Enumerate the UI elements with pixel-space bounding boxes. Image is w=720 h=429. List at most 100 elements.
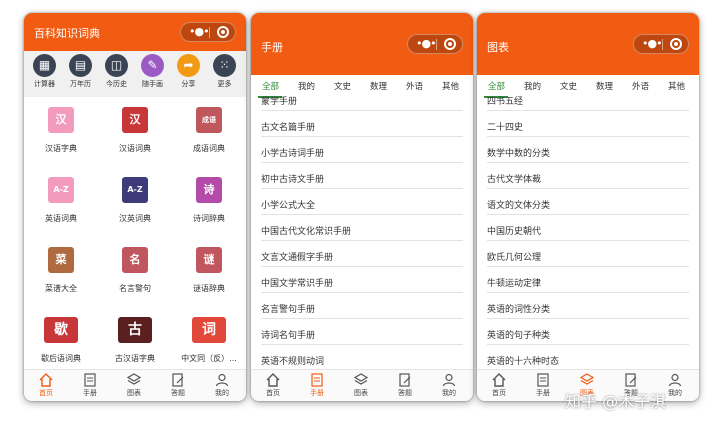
manual-screen: 手册 •●• 全部 我的 文史 数理 外语 其他 蒙学手册 古文名篇手册 小学古…	[251, 13, 473, 401]
tool-share[interactable]: ➦ 分享	[170, 51, 207, 89]
edit-note-icon	[625, 373, 637, 387]
menu-capsule[interactable]: •●•	[407, 34, 463, 54]
book-icon: 歇	[54, 322, 68, 338]
grid-item-shici[interactable]: 诗 诗词辞典	[172, 177, 246, 224]
grid-item-hanyu-cidian[interactable]: 汉 汉语词典	[98, 107, 172, 154]
list-item[interactable]: 中国历史朝代	[487, 215, 689, 241]
list-item[interactable]: 中国古代文化常识手册	[261, 215, 463, 241]
tool-calendar[interactable]: ▤ 万年历	[62, 51, 99, 89]
list-item[interactable]: 名言警句手册	[261, 293, 463, 319]
close-target-icon[interactable]	[217, 26, 229, 38]
tool-bar: ▦ 计算器 ▤ 万年历 ◫ 今历史 ✎ 随手画 ➦ 分享 ⁙ 更多	[24, 51, 246, 97]
nav-charts[interactable]: 图表	[120, 373, 148, 398]
book-icon: A-Z	[53, 185, 69, 194]
home-icon	[39, 373, 53, 387]
list-item[interactable]: 诗词名句手册	[261, 319, 463, 345]
nav-me[interactable]: 我的	[208, 373, 236, 398]
list-item[interactable]: 数学中数的分类	[487, 137, 689, 163]
more-dots-icon[interactable]: •●•	[416, 38, 437, 50]
manual-header: 手册 •●•	[251, 13, 473, 75]
home-title: 百科知识词典	[34, 27, 100, 40]
charts-title: 图表	[487, 41, 509, 54]
nav-quiz[interactable]: 答题	[391, 373, 419, 398]
nav-me[interactable]: 我的	[435, 373, 463, 398]
nav-manual[interactable]: 手册	[76, 373, 104, 398]
tool-draw[interactable]: ✎ 随手画	[134, 51, 171, 89]
tool-more[interactable]: ⁙ 更多	[206, 51, 243, 89]
layers-icon	[354, 373, 368, 385]
list-item[interactable]: 中国文学常识手册	[261, 267, 463, 293]
grid-item-quotes[interactable]: 名 名言警句	[98, 247, 172, 294]
list-item[interactable]: 古代文学体裁	[487, 163, 689, 189]
book-icon: A-Z	[127, 185, 143, 194]
list-item[interactable]: 英语的句子种类	[487, 319, 689, 345]
grid-item-chengyu[interactable]: 成语 成语词典	[172, 107, 246, 154]
book-icon: 菜	[55, 253, 67, 266]
share-icon: ➦	[183, 58, 194, 72]
pencil-icon: ✎	[147, 58, 158, 72]
list-item[interactable]: 古文名篇手册	[261, 111, 463, 137]
nav-home[interactable]: 首页	[32, 373, 60, 398]
nav-manual[interactable]: 手册	[303, 373, 331, 398]
layers-icon	[127, 373, 141, 385]
manual-icon	[84, 373, 96, 387]
more-dots-icon[interactable]: •●•	[642, 38, 663, 50]
list-item[interactable]: 蒙学手册	[261, 85, 463, 111]
manual-icon	[537, 373, 549, 387]
book-history-icon: ◫	[110, 58, 123, 72]
nav-manual[interactable]: 手册	[529, 373, 557, 398]
nav-home[interactable]: 首页	[259, 373, 287, 398]
bottom-nav: 首页 手册 图表 答题 我的	[251, 369, 473, 401]
nav-quiz[interactable]: 答题	[164, 373, 192, 398]
calendar-icon: ▤	[74, 58, 87, 72]
list-item[interactable]: 英语不规则动词	[261, 345, 463, 371]
book-icon: 古	[128, 322, 142, 338]
grid-item-hanyu-zidian[interactable]: 汉 汉语字典	[24, 107, 98, 154]
list-item[interactable]: 牛顿运动定律	[487, 267, 689, 293]
list-item[interactable]: 四书五经	[487, 85, 689, 111]
list-item[interactable]: 欧氏几何公理	[487, 241, 689, 267]
edit-note-icon	[172, 373, 184, 387]
book-icon: 汉	[55, 113, 67, 126]
watermark: 知乎 @木子淇	[565, 392, 667, 411]
more-dots-icon[interactable]: •●•	[189, 26, 210, 38]
list-item[interactable]: 英语的十六种时态	[487, 345, 689, 371]
list-item[interactable]: 初中古诗文手册	[261, 163, 463, 189]
user-icon	[442, 373, 456, 387]
manual-icon	[311, 373, 323, 387]
grid-item-synonym[interactable]: 词 中文同（反）...	[172, 317, 246, 364]
book-icon: 汉	[129, 113, 141, 126]
more-grid-icon: ⁙	[219, 58, 230, 72]
book-icon: 名	[129, 253, 141, 266]
list-item[interactable]: 小学古诗词手册	[261, 137, 463, 163]
menu-capsule[interactable]: •●•	[180, 22, 236, 42]
bottom-nav: 首页 手册 图表 答题 我的	[24, 369, 246, 401]
charts-header: 图表 •●•	[477, 13, 699, 75]
book-icon: 成语	[202, 116, 216, 124]
grid-item-xiehouyu[interactable]: 歇 歇后语词典	[24, 317, 98, 364]
list-item[interactable]: 二十四史	[487, 111, 689, 137]
menu-capsule[interactable]: •●•	[633, 34, 689, 54]
tool-history[interactable]: ◫ 今历史	[98, 51, 135, 89]
list-item[interactable]: 语文的文体分类	[487, 189, 689, 215]
tool-calculator[interactable]: ▦ 计算器	[26, 51, 63, 89]
grid-item-riddles[interactable]: 谜 谜语辞典	[172, 247, 246, 294]
list-item[interactable]: 英语的词性分类	[487, 293, 689, 319]
book-icon: 谜	[203, 253, 215, 266]
grid-item-english[interactable]: A-Z 英语词典	[24, 177, 98, 224]
book-icon: 词	[202, 322, 216, 338]
home-screen: 百科知识词典 •●• ▦ 计算器 ▤ 万年历 ◫ 今历史 ✎ 随手画 ➦ 分享 …	[24, 13, 246, 401]
book-icon: 诗	[203, 183, 215, 196]
nav-charts[interactable]: 图表	[347, 373, 375, 398]
grid-item-recipes[interactable]: 菜 菜谱大全	[24, 247, 98, 294]
grid-item-han-ying[interactable]: A-Z 汉英词典	[98, 177, 172, 224]
user-icon	[668, 373, 682, 387]
list-item[interactable]: 文言文通假字手册	[261, 241, 463, 267]
list-item[interactable]: 小学公式大全	[261, 189, 463, 215]
close-target-icon[interactable]	[670, 38, 682, 50]
calculator-icon: ▦	[38, 58, 51, 72]
nav-home[interactable]: 首页	[485, 373, 513, 398]
grid-item-gu-hanyu[interactable]: 古 古汉语字典	[98, 317, 172, 364]
home-icon	[492, 373, 506, 387]
close-target-icon[interactable]	[444, 38, 456, 50]
